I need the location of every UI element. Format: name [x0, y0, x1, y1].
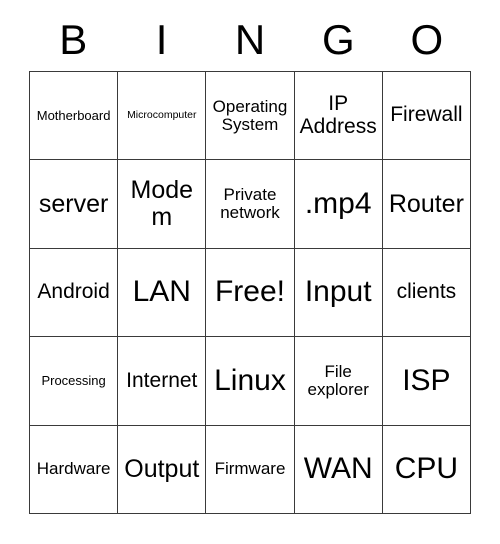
bingo-cell-label: Router [388, 189, 464, 218]
bingo-cell-label: LAN [132, 275, 191, 309]
bingo-cell-label: Input [304, 275, 372, 309]
bingo-cell-label: WAN [303, 452, 373, 486]
bingo-cell-label: Android [37, 280, 110, 304]
bingo-cell[interactable]: WAN [294, 425, 383, 514]
bingo-cell-label: IP Address [299, 92, 377, 138]
bingo-cell-label: Free! [214, 275, 285, 309]
bingo-cell-label: Private network [220, 184, 280, 223]
bingo-cell[interactable]: .mp4 [294, 160, 383, 249]
bingo-header-letter-i: I [155, 16, 168, 63]
bingo-card: B I N G O Motherboard Microcomputer Operat… [0, 0, 500, 544]
bingo-cell-label: Firewall [390, 103, 463, 127]
bingo-cell[interactable]: Firewall [382, 72, 471, 161]
bingo-cell[interactable]: Android [30, 248, 119, 338]
bingo-cell[interactable]: IP Address [294, 72, 383, 161]
bingo-cell-label: ISP [402, 363, 451, 397]
bingo-cell[interactable]: Output [118, 425, 207, 514]
bingo-header-letter-b: B [59, 16, 88, 63]
bingo-cell[interactable]: LAN [118, 248, 207, 338]
bingo-cell-label: server [38, 189, 109, 218]
bingo-cell-label: CPU [394, 452, 459, 486]
bingo-cell[interactable]: Processing [30, 337, 119, 426]
bingo-cell[interactable]: Linux [206, 337, 295, 426]
bingo-cell[interactable]: clients [382, 248, 471, 338]
bingo-cell[interactable]: Modem [118, 160, 207, 249]
bingo-cell-label: clients [396, 280, 457, 304]
bingo-header-letter-o: O [410, 16, 444, 63]
bingo-cell-label: Firmware [214, 459, 286, 479]
bingo-cell-label: Internet [126, 368, 198, 392]
bingo-cell-label: .mp4 [304, 187, 372, 221]
bingo-header-letter-n: N [234, 16, 266, 63]
bingo-cell[interactable]: Motherboard [30, 72, 119, 161]
bingo-cell-label: Output [124, 454, 200, 483]
bingo-cell-label: Linux [214, 363, 286, 397]
bingo-cell[interactable]: Firmware [206, 425, 295, 514]
bingo-cell[interactable]: Hardware [30, 425, 119, 514]
bingo-cell[interactable]: Private network [206, 160, 295, 249]
bingo-cell-label: Microcomputer [127, 109, 197, 122]
bingo-cell[interactable]: Input [294, 248, 383, 338]
bingo-cell-label: Processing [41, 372, 106, 388]
bingo-cell[interactable]: ISP [382, 337, 471, 426]
bingo-header-row: B I N G O [29, 14, 471, 66]
bingo-cell[interactable]: Router [382, 160, 471, 249]
bingo-header-letter-g: G [322, 16, 355, 63]
bingo-cell[interactable]: Operating System [206, 72, 295, 161]
bingo-cell-label: Modem [130, 176, 194, 232]
bingo-grid: Motherboard Microcomputer Operating System… [29, 71, 471, 514]
bingo-cell-label: Motherboard [36, 107, 111, 123]
bingo-cell-label: File explorer [307, 361, 369, 399]
bingo-cell-label: Operating System [212, 96, 288, 134]
bingo-cell-label: Hardware [36, 459, 111, 479]
bingo-cell[interactable]: Internet [118, 337, 207, 426]
bingo-cell[interactable]: CPU [382, 425, 471, 514]
bingo-cell[interactable]: File explorer [294, 337, 383, 426]
bingo-cell[interactable]: Microcomputer [118, 72, 207, 161]
bingo-cell[interactable]: server [30, 160, 119, 249]
bingo-cell-free-space[interactable]: Free! [206, 248, 295, 338]
